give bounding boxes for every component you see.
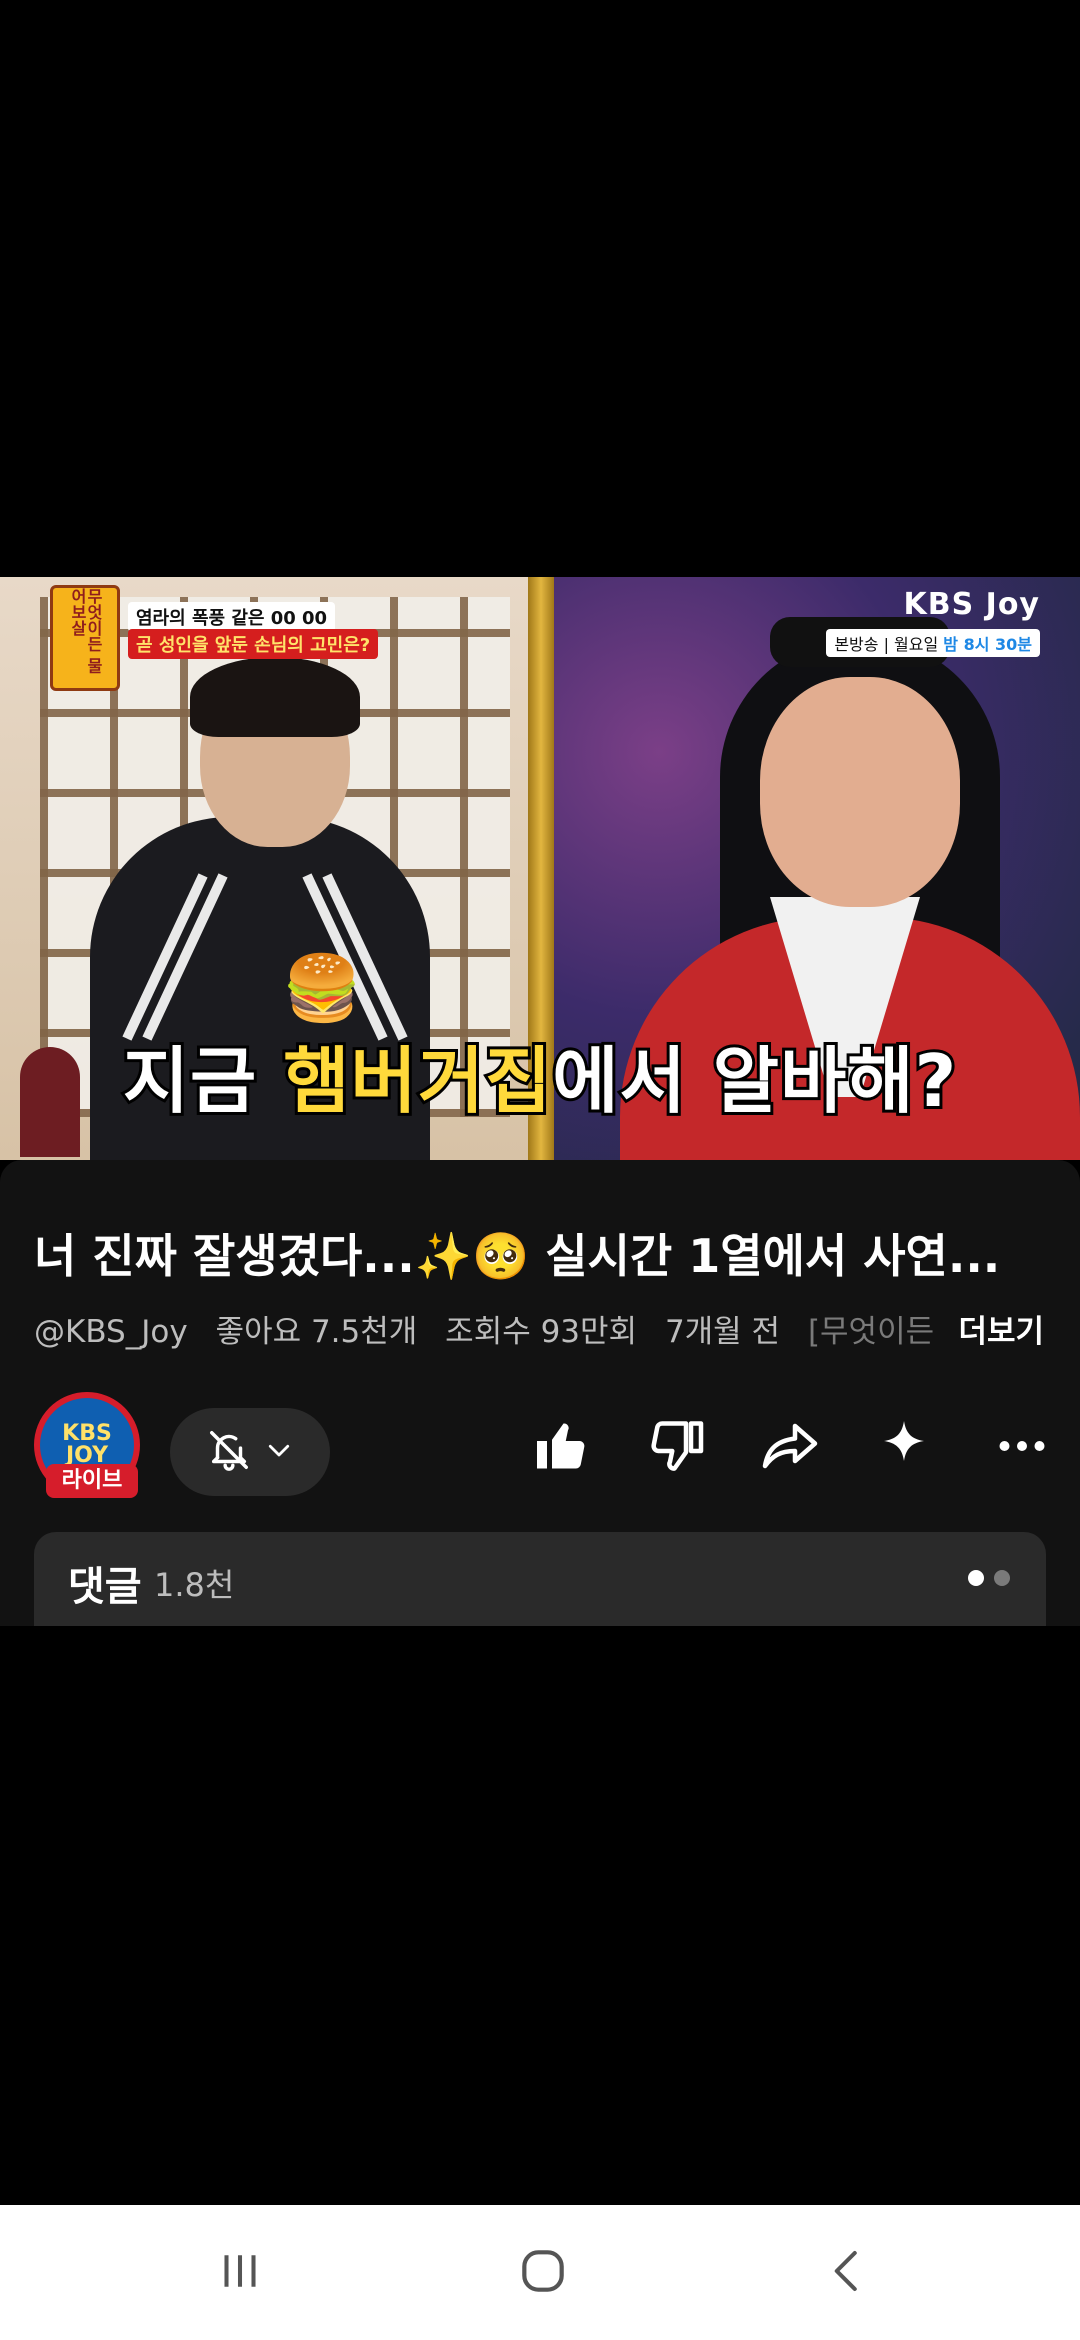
more-options-button[interactable] (990, 1416, 1054, 1480)
chevron-down-icon (264, 1435, 294, 1469)
description-snippet: [무엇이든 (807, 1314, 935, 1350)
top-black-area (0, 0, 1080, 577)
comments-label: 댓글 (68, 1564, 142, 1610)
recent-apps-icon (213, 2244, 267, 2302)
video-info-panel: 너 진짜 잘생겼다...✨🥺 실시간 1열에서 사연... @KBS_Joy 좋… (0, 1160, 1080, 1626)
like-count: 좋아요 7.5천개 (215, 1314, 418, 1350)
video-title[interactable]: 너 진짜 잘생겼다...✨🥺 실시간 1열에서 사연... (34, 1220, 1044, 1286)
video-player[interactable]: 무엇이든 물어보살 염라의 폭풍 같은 00 00 곧 성인을 앞둔 손님의 고… (0, 577, 1080, 1160)
channel-avatar-text: KBS JOY (62, 1421, 112, 1468)
subtitle-part-1: 지금 (120, 1036, 284, 1126)
back-button[interactable] (808, 2241, 888, 2305)
subscription-bell-button[interactable] (170, 1408, 330, 1496)
broadcast-info-time: 밤 8시 30분 (943, 635, 1032, 654)
pager-dot-active (968, 1570, 984, 1586)
caption-bottom: 곧 성인을 앞둔 손님의 고민은? (128, 629, 379, 659)
dislike-button[interactable] (644, 1416, 708, 1480)
more-icon (992, 1416, 1052, 1480)
broadcast-info: 본방송 | 월요일 밤 8시 30분 (826, 629, 1040, 657)
pager-dot (994, 1570, 1010, 1586)
comments-count: 1.8천 (154, 1566, 235, 1604)
ai-sparkle-button[interactable] (872, 1416, 936, 1480)
sparkle-icon (874, 1416, 934, 1480)
share-icon (760, 1416, 820, 1480)
home-icon (515, 2243, 571, 2303)
view-count: 조회수 93만회 (445, 1314, 638, 1350)
like-button[interactable] (530, 1416, 594, 1480)
thumbs-up-icon (532, 1416, 592, 1480)
bell-off-icon (206, 1427, 252, 1477)
bottom-black-area (0, 1626, 1080, 2205)
video-subtitle: 지금 햄버거집에서 알바해? (0, 1022, 1080, 1127)
show-logo-badge: 무엇이든 물어보살 (50, 585, 120, 691)
pager-dots (968, 1570, 1010, 1586)
subtitle-part-2: 에서 알바해? (549, 1036, 959, 1126)
system-nav-bar (0, 2205, 1080, 2340)
back-icon (821, 2244, 875, 2302)
channel-brand-logo: KBS Joy (903, 587, 1040, 622)
home-button[interactable] (503, 2241, 583, 2305)
show-logo-text: 무엇이든 물어보살 (68, 588, 103, 674)
recent-apps-button[interactable] (200, 2241, 280, 2305)
broadcast-info-prefix: 본방송 | 월요일 (834, 635, 944, 654)
upload-age: 7개월 전 (664, 1314, 781, 1350)
caption-top: 염라의 폭풍 같은 00 00 (128, 602, 336, 632)
live-badge: 라이브 (46, 1464, 138, 1498)
thumbs-down-icon (646, 1416, 706, 1480)
subtitle-highlight: 햄버거집 (280, 1036, 554, 1126)
channel-handle[interactable]: @KBS_Joy (34, 1314, 188, 1350)
video-meta[interactable]: @KBS_Joy 좋아요 7.5천개 조회수 93만회 7개월 전 [무엇이든 … (34, 1306, 1046, 1351)
burger-emoji-icon: 🍔 (282, 952, 362, 1026)
action-row: KBS JOY 라이브 (0, 1380, 1080, 1500)
share-button[interactable] (758, 1416, 822, 1480)
comments-panel[interactable]: 댓글 1.8천 (34, 1532, 1046, 1626)
more-button[interactable]: 더보기 (944, 1306, 1044, 1351)
